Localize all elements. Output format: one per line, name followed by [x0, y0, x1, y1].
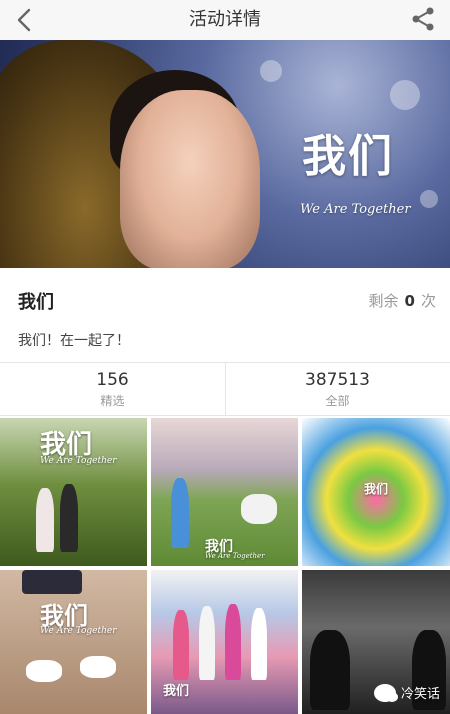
photo-animal	[241, 494, 277, 524]
remaining-number: 0	[404, 292, 415, 310]
bokeh-light	[390, 80, 420, 110]
hero-woman-figure	[120, 90, 260, 268]
all-label: 全部	[325, 394, 350, 408]
photo-person	[251, 608, 267, 680]
photo-person	[36, 488, 54, 552]
photo-person	[310, 630, 350, 710]
watermark: 冷笑话	[373, 683, 440, 702]
activity-name: 我们	[18, 292, 54, 313]
wechat-icon	[373, 683, 398, 702]
hero-title: 我们	[302, 131, 394, 182]
share-icon[interactable]	[410, 6, 436, 32]
remaining-count: 剩余 0 次	[369, 290, 436, 311]
tile-caption-sub: We Are Together	[205, 552, 265, 560]
bokeh-light	[420, 190, 438, 208]
photo-person	[199, 606, 215, 680]
tab-all[interactable]: 387513 全部	[225, 363, 450, 415]
photo-tile[interactable]: 我们 We Are Together	[0, 570, 147, 714]
tile-caption-sub: We Are Together	[40, 626, 117, 636]
featured-count: 156	[96, 370, 129, 390]
photo-person	[173, 610, 189, 680]
tile-caption-sub: We Are Together	[40, 456, 117, 466]
tile-caption: 我们	[163, 684, 190, 699]
photo-tile[interactable]: 我们 We Are Together	[151, 418, 298, 566]
photo-shoe	[80, 656, 116, 678]
all-count: 387513	[305, 370, 370, 390]
photo-person	[60, 484, 78, 552]
featured-label: 精选	[100, 394, 125, 408]
page-title: 活动详情	[189, 9, 261, 30]
tab-featured[interactable]: 156 精选	[0, 363, 225, 415]
stats-bar: 156 精选 387513 全部	[0, 362, 450, 416]
tile-caption: 我们	[364, 482, 389, 496]
remaining-label: 剩余	[368, 292, 399, 310]
photo-tile[interactable]: 我们	[151, 570, 298, 714]
photo-tile[interactable]: 冷笑话	[302, 570, 450, 714]
watermark-text: 冷笑话	[400, 687, 440, 702]
activity-description: 我们！在一起了！	[18, 333, 130, 349]
photo-skirt	[22, 570, 82, 594]
photo-shoe	[26, 660, 62, 682]
photo-person	[225, 604, 241, 680]
remaining-unit: 次	[420, 292, 436, 310]
hero-subtitle: We Are Together	[300, 202, 411, 217]
bokeh-light	[260, 60, 282, 82]
top-nav-bar: 活动详情	[0, 0, 450, 41]
photo-tile[interactable]: 我们 We Are Together	[0, 418, 147, 566]
photo-tile[interactable]: 我们	[302, 418, 450, 566]
hero-banner: 我们 We Are Together	[0, 40, 450, 268]
photo-person	[171, 478, 189, 548]
